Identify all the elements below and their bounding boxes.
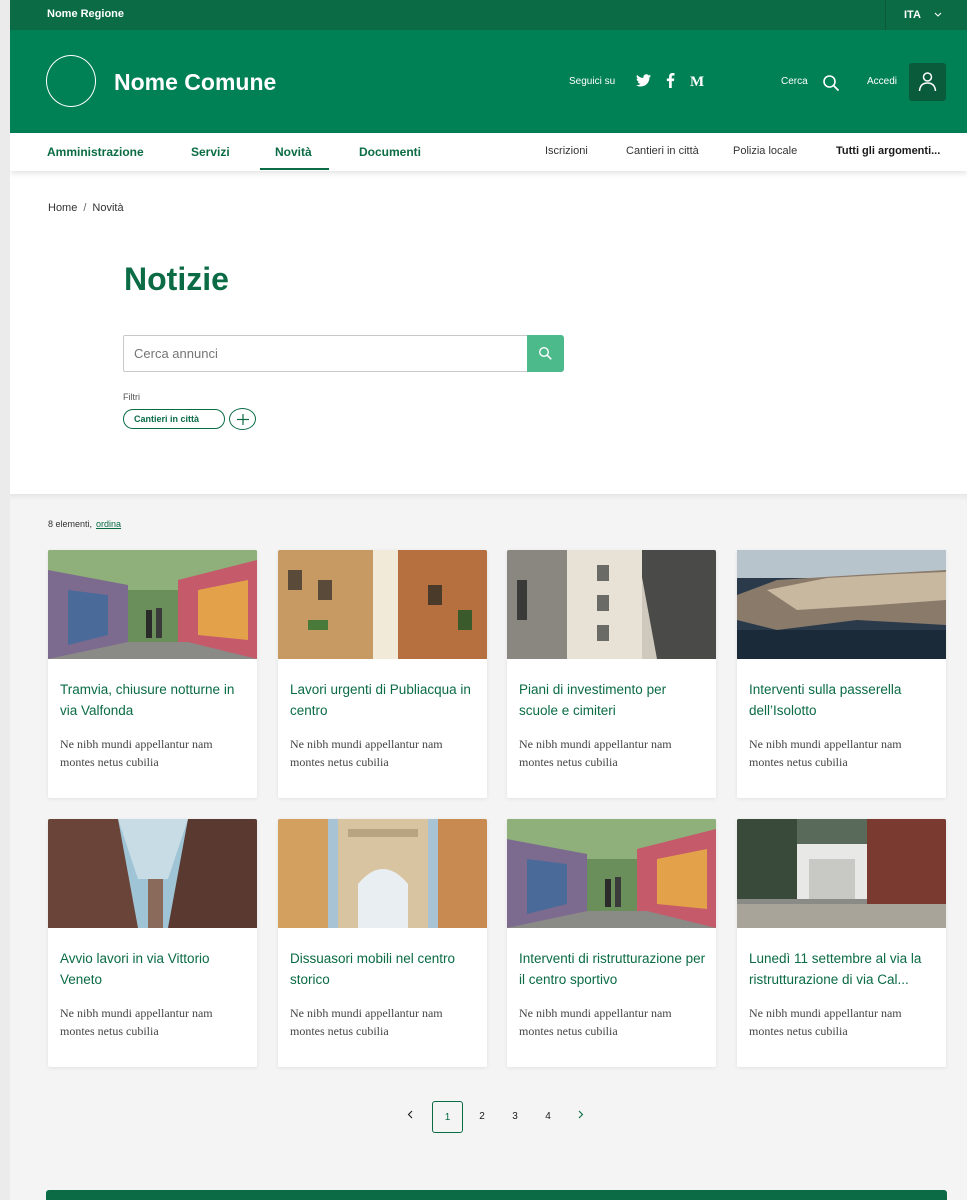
footer-banner bbox=[46, 1190, 947, 1200]
card-image bbox=[507, 550, 716, 659]
login-button[interactable] bbox=[909, 63, 946, 101]
card-image bbox=[48, 550, 257, 659]
card-description: Ne nibh mundi appellantur nam montes net… bbox=[60, 737, 213, 769]
news-card[interactable]: Avvio lavori in via Vittorio Veneto Ne n… bbox=[48, 819, 257, 1067]
card-image bbox=[737, 550, 946, 659]
user-icon bbox=[918, 71, 937, 97]
results-count: 8 elementi, ordina bbox=[48, 519, 121, 529]
news-card[interactable]: Dissuasori mobili nel centro storico Ne … bbox=[278, 819, 487, 1067]
language-label: ITA bbox=[904, 9, 921, 21]
news-card[interactable]: Lunedì 11 settembre al via la ristruttur… bbox=[737, 819, 946, 1067]
news-card[interactable]: Interventi sulla passerella dell’Isolott… bbox=[737, 550, 946, 798]
logo-icon[interactable] bbox=[46, 55, 96, 107]
card-description: Ne nibh mundi appellantur nam montes net… bbox=[749, 737, 902, 769]
pagination-page-3[interactable]: 3 bbox=[507, 1101, 523, 1133]
search-label[interactable]: Cerca bbox=[781, 76, 808, 87]
slim-header: Nome Regione ITA bbox=[10, 0, 967, 30]
region-link[interactable]: Nome Regione bbox=[47, 8, 124, 20]
card-title[interactable]: Dissuasori mobili nel centro storico bbox=[290, 948, 478, 990]
filter-chip[interactable]: Cantieri in città bbox=[123, 409, 225, 429]
chevron-down-icon bbox=[934, 10, 942, 20]
search-icon bbox=[538, 346, 552, 365]
card-title[interactable]: Piani di investimento per scuole e cimit… bbox=[519, 679, 707, 721]
card-title[interactable]: Tramvia, chiusure notturne in via Valfon… bbox=[60, 679, 248, 721]
news-card[interactable]: Piani di investimento per scuole e cimit… bbox=[507, 550, 716, 798]
medium-icon[interactable]: M bbox=[690, 74, 704, 91]
card-title[interactable]: Lunedì 11 settembre al via la ristruttur… bbox=[749, 948, 937, 990]
page: Nome Regione ITA Nome Comune Seguici su … bbox=[10, 0, 967, 1200]
breadcrumb-home[interactable]: Home bbox=[48, 202, 77, 214]
news-card[interactable]: Tramvia, chiusure notturne in via Valfon… bbox=[48, 550, 257, 798]
pagination-page-1[interactable]: 1 bbox=[432, 1101, 463, 1133]
filters-label: Filtri bbox=[123, 392, 140, 402]
sort-link[interactable]: ordina bbox=[96, 519, 121, 529]
news-card[interactable]: Interventi di ristrutturazione per il ce… bbox=[507, 819, 716, 1067]
site-name[interactable]: Nome Comune bbox=[114, 69, 276, 96]
card-image bbox=[278, 550, 487, 659]
search-input[interactable] bbox=[123, 335, 529, 372]
nav-secondary-cantieri[interactable]: Cantieri in città bbox=[626, 145, 699, 157]
nav-item-novita[interactable]: Novità bbox=[275, 145, 312, 159]
card-image bbox=[278, 819, 487, 928]
nav-active-indicator bbox=[260, 168, 329, 170]
nav-all-topics[interactable]: Tutti gli argomenti... bbox=[836, 145, 940, 157]
card-description: Ne nibh mundi appellantur nam montes net… bbox=[290, 1006, 443, 1038]
card-image bbox=[507, 819, 716, 928]
add-filter-button[interactable] bbox=[229, 408, 256, 430]
breadcrumb-separator: / bbox=[83, 202, 87, 214]
language-selector[interactable]: ITA bbox=[885, 0, 967, 30]
pagination-page-2[interactable]: 2 bbox=[474, 1101, 490, 1133]
card-image bbox=[737, 819, 946, 928]
pagination-page-4[interactable]: 4 bbox=[540, 1101, 556, 1133]
twitter-icon[interactable] bbox=[636, 74, 651, 90]
nav-secondary-polizia[interactable]: Polizia locale bbox=[733, 145, 797, 157]
breadcrumb: Home / Novità bbox=[48, 202, 124, 214]
center-header: Nome Comune Seguici su M Cerca Accedi bbox=[10, 30, 967, 133]
card-description: Ne nibh mundi appellantur nam montes net… bbox=[290, 737, 443, 769]
nav-item-servizi[interactable]: Servizi bbox=[191, 145, 230, 159]
follow-label: Seguici su bbox=[569, 76, 616, 87]
search-icon[interactable] bbox=[822, 74, 840, 92]
pagination: 1 2 3 4 bbox=[10, 1101, 967, 1133]
nav-item-documenti[interactable]: Documenti bbox=[359, 145, 421, 159]
pagination-prev-chevron-left-icon[interactable] bbox=[403, 1101, 417, 1133]
pagination-next-chevron-right-icon[interactable] bbox=[574, 1101, 588, 1133]
login-label[interactable]: Accedi bbox=[867, 76, 897, 87]
card-title[interactable]: Avvio lavori in via Vittorio Veneto bbox=[60, 948, 248, 990]
card-title[interactable]: Interventi di ristrutturazione per il ce… bbox=[519, 948, 707, 990]
results-count-text: 8 elementi, bbox=[48, 519, 93, 529]
card-image bbox=[48, 819, 257, 928]
plus-icon bbox=[236, 413, 250, 431]
card-description: Ne nibh mundi appellantur nam montes net… bbox=[519, 737, 672, 769]
news-card[interactable]: Lavori urgenti di Publiacqua in centro N… bbox=[278, 550, 487, 798]
card-description: Ne nibh mundi appellantur nam montes net… bbox=[749, 1006, 902, 1038]
page-title: Notizie bbox=[124, 261, 229, 297]
card-title[interactable]: Interventi sulla passerella dell’Isolott… bbox=[749, 679, 937, 721]
main-nav: Amministrazione Servizi Novità Documenti… bbox=[10, 133, 967, 171]
search-button[interactable] bbox=[527, 335, 564, 372]
nav-secondary-iscrizioni[interactable]: Iscrizioni bbox=[545, 145, 588, 157]
card-description: Ne nibh mundi appellantur nam montes net… bbox=[519, 1006, 672, 1038]
facebook-icon[interactable] bbox=[666, 73, 675, 91]
nav-item-amministrazione[interactable]: Amministrazione bbox=[47, 145, 144, 159]
card-title[interactable]: Lavori urgenti di Publiacqua in centro bbox=[290, 679, 478, 721]
breadcrumb-current: Novità bbox=[92, 202, 124, 214]
card-description: Ne nibh mundi appellantur nam montes net… bbox=[60, 1006, 213, 1038]
